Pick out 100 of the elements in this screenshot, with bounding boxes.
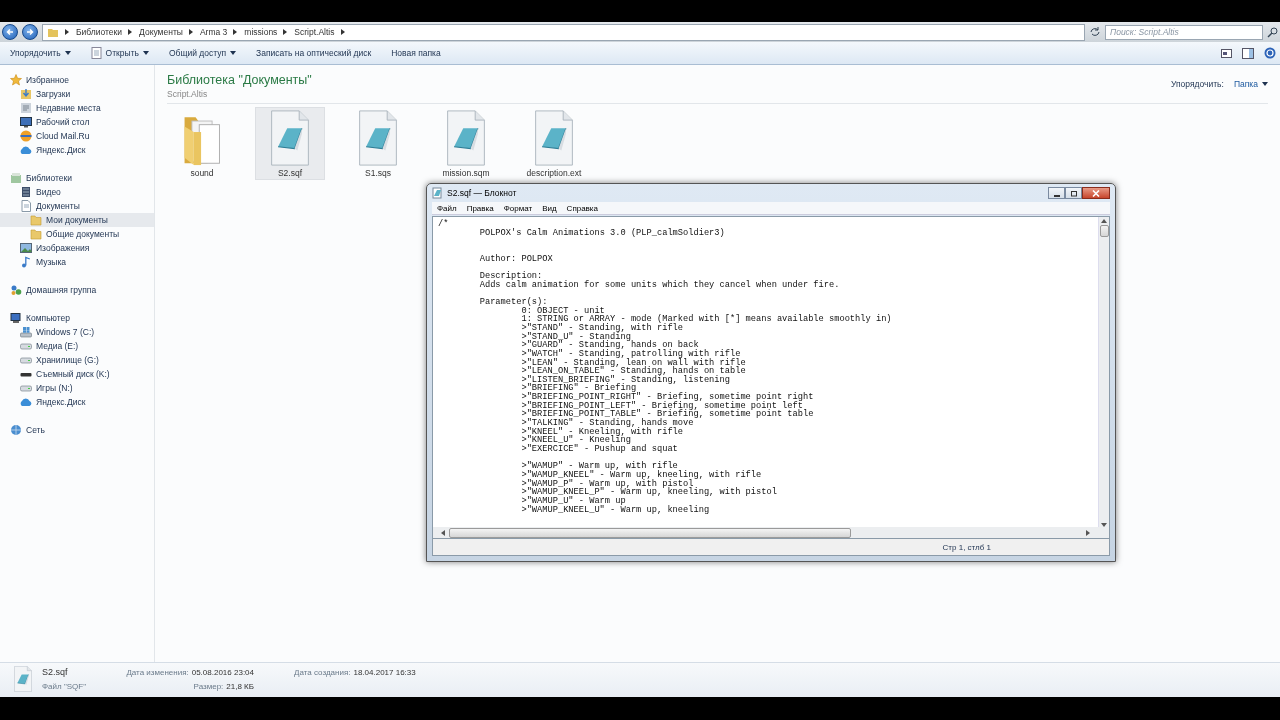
detail-value: 21,8 КБ — [226, 681, 254, 691]
file-item[interactable]: description.ext — [519, 107, 589, 180]
menu-item[interactable]: Файл — [432, 203, 462, 213]
sidebar-item[interactable]: Яндекс.Диск — [0, 143, 154, 157]
download-folder-icon — [20, 88, 32, 100]
sidebar-item[interactable]: Съемный диск (K:) — [0, 367, 154, 381]
detail-label: Размер: — [193, 681, 224, 691]
menu-item[interactable]: Справка — [561, 203, 603, 213]
document-icon — [90, 47, 102, 59]
menu-item[interactable]: Формат — [498, 203, 538, 213]
toolbar-button[interactable]: Новая папка — [385, 45, 447, 61]
back-arrow-icon — [6, 28, 14, 36]
detail-value: 18.04.2017 16:33 — [353, 667, 416, 677]
sidebar-item[interactable]: Видео — [0, 185, 154, 199]
breadcrumb[interactable]: Библиотеки — [76, 27, 123, 37]
help-icon — [1264, 47, 1276, 59]
computer-icon — [10, 312, 22, 324]
recent-places-icon — [20, 102, 32, 114]
refresh-icon — [1089, 26, 1101, 38]
scroll-left-icon — [441, 529, 445, 536]
horizontal-scrollbar[interactable] — [433, 527, 1098, 538]
sidebar-item[interactable]: Музыка — [0, 255, 154, 269]
menu-item[interactable]: Правка — [461, 203, 499, 213]
drive-icon — [20, 354, 32, 366]
monitor-icon — [20, 116, 32, 128]
sidebar-item[interactable]: Яндекс.Диск — [0, 395, 154, 409]
menu-item[interactable]: Вид — [537, 203, 562, 213]
document-icon — [20, 200, 32, 212]
folder-icon — [47, 26, 59, 38]
document-icon — [445, 110, 487, 166]
system-drive-icon — [20, 326, 32, 338]
document-icon — [533, 110, 575, 166]
sidebar-item[interactable]: Избранное — [0, 73, 154, 87]
minimize-button[interactable] — [1048, 187, 1065, 199]
sidebar-item[interactable]: Cloud Mail.Ru — [0, 129, 154, 143]
chevron-icon — [65, 29, 70, 35]
sidebar-item[interactable]: Windows 7 (C:) — [0, 325, 154, 339]
file-item[interactable]: S2.sqf — [255, 107, 325, 180]
file-item[interactable]: mission.sqm — [431, 107, 501, 180]
close-button[interactable] — [1082, 187, 1110, 199]
library-subtitle: Script.Altis — [167, 89, 209, 99]
breadcrumb[interactable]: missions — [244, 27, 278, 37]
file-item[interactable]: sound — [167, 107, 237, 180]
caret-icon — [64, 51, 71, 55]
toolbar-button[interactable]: Общий доступ — [163, 45, 243, 61]
notepad-icon — [432, 187, 443, 199]
sidebar-item[interactable]: Общие документы — [0, 227, 154, 241]
cloud-icon — [20, 396, 32, 408]
detail-label: Дата изменения: — [126, 667, 189, 677]
star-icon — [10, 74, 22, 86]
close-icon — [1092, 189, 1100, 197]
view-options-icon — [1221, 48, 1232, 58]
film-icon — [20, 186, 32, 198]
search-icon — [1267, 26, 1278, 38]
back-button[interactable] — [2, 24, 18, 40]
sidebar-item[interactable]: Компьютер — [0, 311, 154, 325]
sidebar-item[interactable]: Хранилище (G:) — [0, 353, 154, 367]
scroll-up-icon — [1101, 219, 1107, 223]
forward-arrow-icon — [26, 28, 34, 36]
search-field[interactable]: Поиск: Script.Altis — [1105, 24, 1263, 40]
globe-icon — [20, 130, 32, 142]
arrange-dropdown[interactable]: Папка — [1233, 79, 1268, 89]
detail-label: Дата создания: — [294, 667, 351, 677]
file-type: Файл "SQF" — [42, 681, 87, 691]
sidebar-item[interactable]: Загрузки — [0, 87, 154, 101]
maximize-button[interactable] — [1065, 187, 1082, 199]
vertical-scrollbar[interactable] — [1098, 217, 1109, 527]
status-text: Стр 1, стлб 1 — [942, 542, 991, 552]
scrollbar-thumb[interactable] — [1099, 225, 1109, 237]
breadcrumb[interactable]: Документы — [139, 27, 183, 37]
sidebar-item[interactable]: Изображения — [0, 241, 154, 255]
sidebar-item[interactable]: Домашняя группа — [0, 283, 154, 297]
sidebar-item[interactable]: Сеть — [0, 423, 154, 437]
document-icon — [269, 110, 311, 166]
preview-pane-icon — [1242, 47, 1254, 59]
scrollbar-thumb[interactable] — [449, 527, 851, 538]
sidebar-item[interactable]: Документы — [0, 199, 154, 213]
caret-icon — [230, 51, 237, 55]
scroll-right-icon — [1086, 529, 1090, 536]
drive-icon — [20, 340, 32, 352]
breadcrumb[interactable]: Script.Altis — [294, 27, 335, 37]
toolbar-button[interactable]: Упорядочить — [4, 45, 77, 61]
sidebar-item[interactable]: Библиотеки — [0, 171, 154, 185]
forward-button[interactable] — [22, 24, 38, 40]
network-icon — [10, 424, 22, 436]
breadcrumb[interactable]: Arma 3 — [199, 27, 228, 37]
address-bar[interactable]: Библиотеки Документы Arma 3 missions Script.Altis — [42, 23, 1085, 41]
picture-icon — [20, 242, 32, 254]
sidebar-item[interactable]: Медиа (E:) — [0, 339, 154, 353]
window-title: S2.sqf — Блокнот — [447, 188, 517, 198]
sidebar-item[interactable]: Недавние места — [0, 101, 154, 115]
caret-icon — [143, 51, 149, 55]
sidebar-item[interactable]: Рабочий стол — [0, 115, 154, 129]
toolbar-button[interactable]: Записать на оптический диск — [250, 45, 378, 61]
chevron-icon — [233, 29, 239, 35]
sidebar-item[interactable]: Мои документы — [0, 213, 154, 227]
file-item[interactable]: S1.sqs — [343, 107, 413, 180]
music-note-icon — [20, 256, 32, 268]
toolbar-button[interactable]: Открыть — [84, 44, 155, 62]
sidebar-item[interactable]: Игры (N:) — [0, 381, 154, 395]
